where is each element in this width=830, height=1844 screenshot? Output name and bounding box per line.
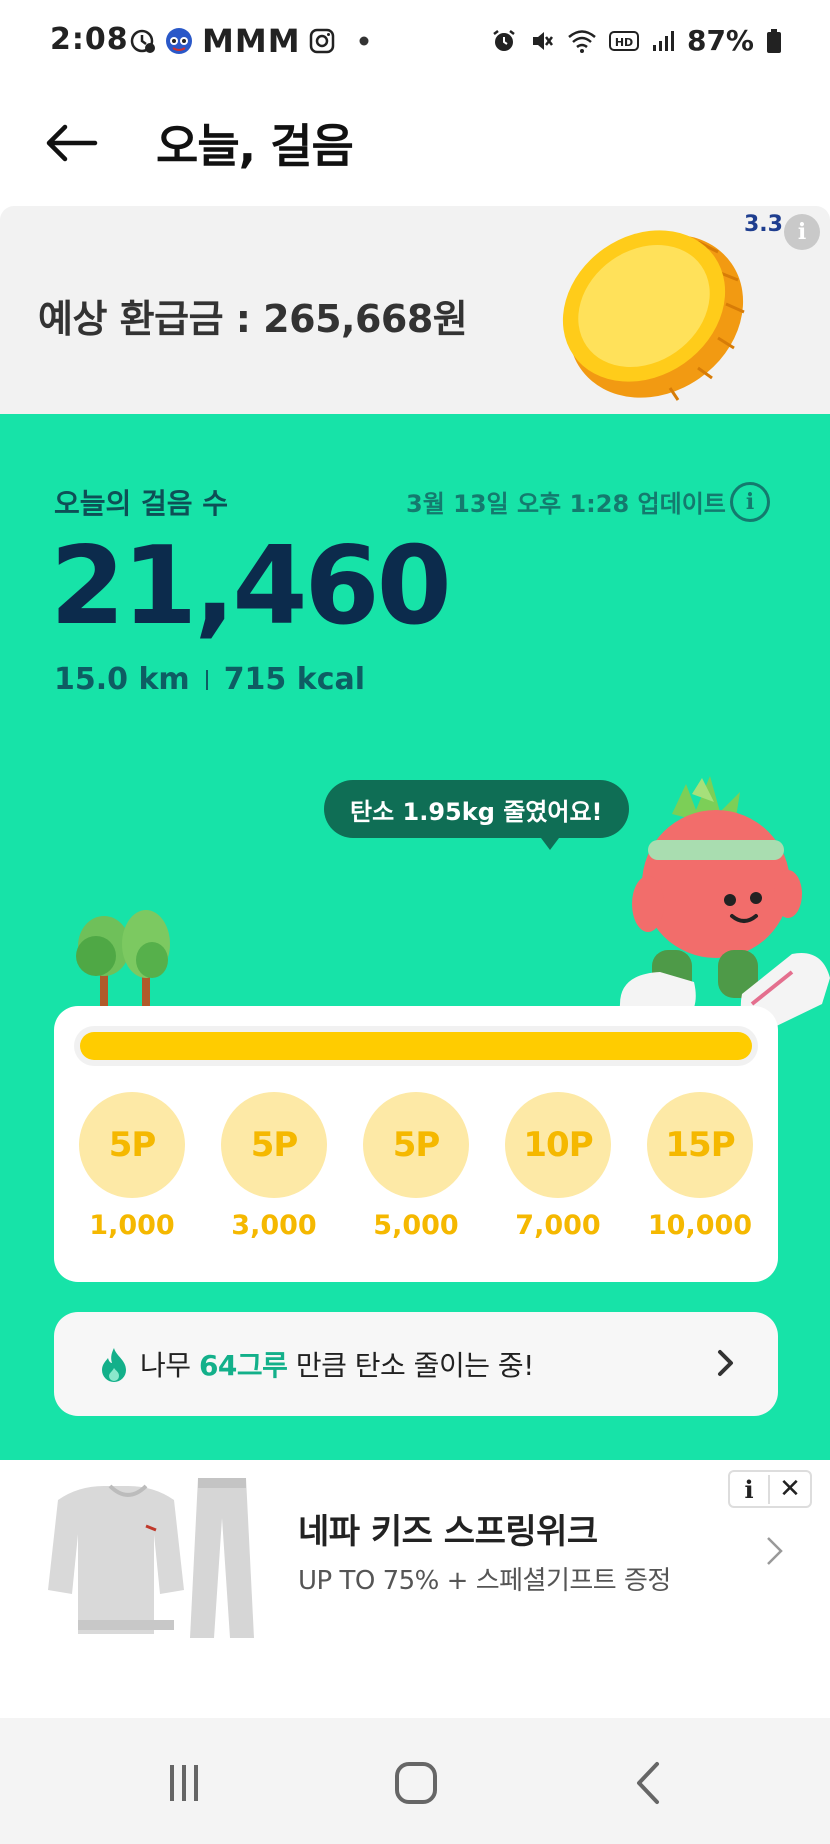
tree-carbon-banner[interactable]: 나무 64그루 만큼 탄소 줄이는 중! — [54, 1312, 778, 1416]
refund-info-icon[interactable]: i — [784, 214, 820, 250]
ad-controls: i ✕ — [728, 1470, 812, 1508]
milestone-7000[interactable]: 10P 7,000 — [496, 1092, 620, 1241]
carbon-speech-bubble: 탄소 1.95kg 줄였어요! — [324, 780, 629, 838]
refund-banner[interactable]: 예상 환급금 : 265,668원 3.3 — [0, 206, 830, 414]
distance-value: 15.0 km — [54, 662, 190, 697]
recents-button[interactable] — [154, 1758, 214, 1808]
wifi-icon — [567, 28, 597, 54]
progress-card: 5P 1,000 5P 3,000 5P 5,000 10P 7,000 15P… — [54, 1006, 778, 1282]
ad-title: 네파 키즈 스프링위크 — [298, 1512, 598, 1552]
carrier-text: MMM — [202, 22, 301, 60]
milestones: 5P 1,000 5P 3,000 5P 5,000 10P 7,000 15P… — [70, 1092, 762, 1241]
stats-divider — [205, 669, 208, 690]
battery-percent: 87% — [686, 24, 754, 57]
tree-count: 64그루 — [198, 1349, 288, 1382]
milestone-reward: 10P — [505, 1092, 611, 1198]
home-button[interactable] — [386, 1758, 446, 1808]
dot-icon — [359, 36, 369, 46]
update-timestamp: 3월 13일 오후 1:28 업데이트 — [406, 490, 726, 518]
avatar-icon — [164, 26, 194, 56]
recents-icon — [170, 1765, 198, 1801]
milestone-reward: 5P — [363, 1092, 469, 1198]
back-button[interactable] — [40, 112, 102, 174]
tree-prefix: 나무 — [140, 1349, 191, 1382]
svg-text:HD: HD — [615, 36, 633, 49]
battery-icon — [766, 28, 782, 54]
status-time: 2:08 — [50, 22, 129, 57]
milestone-steps: 10,000 — [647, 1210, 753, 1241]
speech-bubble-tail — [538, 834, 562, 850]
page-title: 오늘, 걸음 — [156, 119, 354, 173]
tree-suffix: 만큼 탄소 줄이는 중! — [295, 1349, 535, 1382]
alarm-icon — [491, 28, 517, 54]
status-right-icons: HD 87% — [491, 24, 782, 57]
ad-subtitle: UP TO 75% + 스페셜기프트 증정 — [298, 1566, 671, 1596]
progress-fill — [80, 1032, 752, 1060]
progress-track — [74, 1026, 758, 1066]
milestone-steps: 1,000 — [89, 1210, 175, 1241]
clock-alert-icon — [130, 28, 156, 54]
milestone-3000[interactable]: 5P 3,000 — [212, 1092, 336, 1241]
hd-icon: HD — [608, 29, 639, 53]
steps-section: 오늘의 걸음 수 3월 13일 오후 1:28 업데이트 i 21,460 15… — [0, 414, 830, 1460]
milestone-steps: 3,000 — [231, 1210, 317, 1241]
milestone-steps: 5,000 — [373, 1210, 459, 1241]
milestone-5000[interactable]: 5P 5,000 — [354, 1092, 478, 1241]
step-count: 21,460 — [50, 524, 452, 649]
brand-badge: 3.3 — [744, 212, 783, 237]
system-nav-bar — [0, 1718, 830, 1844]
mute-icon — [529, 28, 555, 54]
calories-value: 715 kcal — [223, 662, 366, 697]
milestone-steps: 7,000 — [515, 1210, 601, 1241]
milestone-10000[interactable]: 15P 10,000 — [638, 1092, 762, 1241]
milestone-reward: 5P — [79, 1092, 185, 1198]
signal-icon — [651, 29, 675, 53]
milestone-reward: 15P — [647, 1092, 753, 1198]
instagram-icon — [309, 28, 335, 54]
back-nav-button[interactable] — [618, 1758, 678, 1808]
stats-row: 15.0 km 715 kcal — [54, 662, 365, 697]
ad-chevron-right-icon — [767, 1537, 783, 1565]
milestone-1000[interactable]: 5P 1,000 — [70, 1092, 194, 1241]
coin-illustration — [548, 212, 748, 412]
fire-icon — [102, 1348, 126, 1382]
steps-label: 오늘의 걸음 수 — [54, 487, 229, 520]
tree-banner-text: 나무 64그루 만큼 탄소 줄이는 중! — [140, 1344, 534, 1384]
refund-amount: 예상 환급금 : 265,668원 — [38, 297, 468, 341]
ad-banner[interactable]: 네파 키즈 스프링위크 UP TO 75% + 스페셜기프트 증정 i ✕ — [0, 1460, 830, 1718]
trees-illustration — [66, 904, 186, 1014]
ad-product-image — [48, 1470, 268, 1650]
milestone-reward: 5P — [221, 1092, 327, 1198]
arrow-left-icon — [46, 124, 98, 162]
status-left-icons: MMM — [130, 22, 369, 60]
back-icon — [637, 1762, 659, 1804]
app-header: 오늘, 걸음 — [0, 84, 830, 206]
steps-info-icon[interactable]: i — [730, 482, 770, 522]
ad-close-button[interactable]: ✕ — [770, 1474, 810, 1504]
chevron-right-icon — [718, 1350, 733, 1376]
ad-info-button[interactable]: i — [730, 1474, 770, 1504]
status-bar: 2:08 MMM HD 87% — [0, 0, 830, 84]
home-icon — [395, 1762, 437, 1804]
